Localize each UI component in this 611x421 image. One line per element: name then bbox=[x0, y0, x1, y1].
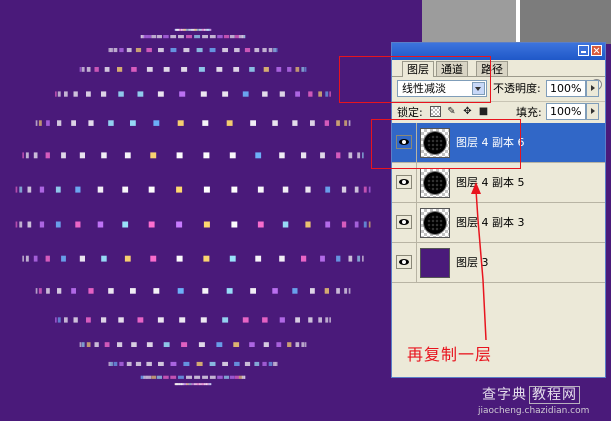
annotation-arrow bbox=[471, 182, 487, 341]
watermark-brand-2: 教程网 bbox=[529, 386, 580, 404]
watermark-url: jiaocheng.chazidian.com bbox=[478, 406, 590, 416]
watermark-brand: 查字典 bbox=[482, 387, 527, 403]
watermark: 查字典 教程网 bbox=[482, 386, 580, 404]
annotation-text: 再复制一层 bbox=[407, 345, 493, 364]
